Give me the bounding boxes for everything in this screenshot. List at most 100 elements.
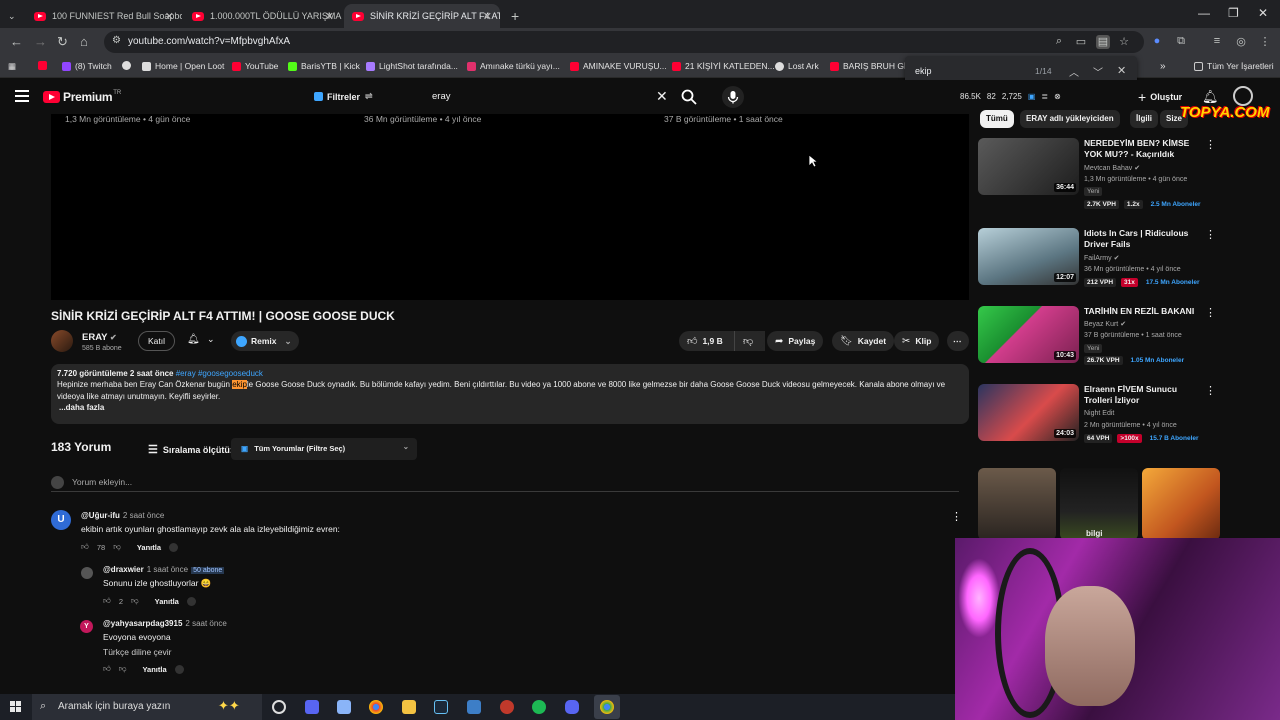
filters-button[interactable]: Filtreler ⇌ bbox=[314, 91, 373, 102]
download-app-icon[interactable] bbox=[467, 700, 481, 714]
apps-grid-icon[interactable]: ▦ bbox=[8, 61, 16, 72]
profile-icon[interactable]: ◎ bbox=[1234, 35, 1248, 49]
thumbs-up-icon[interactable]: 👍︎ bbox=[103, 664, 111, 674]
channel-avatar[interactable] bbox=[51, 330, 73, 352]
extension-icon[interactable]: ● bbox=[1150, 35, 1164, 49]
chip-related[interactable]: İlgili bbox=[1130, 110, 1158, 128]
browser-tab-1[interactable]: 100 FUNNIEST Red Bull Soapbo ✕ bbox=[26, 4, 182, 28]
share-button[interactable]: ➦ Paylaş bbox=[767, 331, 824, 351]
more-bookmarks-icon[interactable]: » bbox=[1160, 61, 1166, 72]
dislike-button[interactable]: 👎︎ bbox=[734, 331, 764, 351]
spotify-icon[interactable] bbox=[532, 700, 546, 714]
cast-icon[interactable]: ▭ bbox=[1074, 35, 1088, 49]
thumbs-down-icon[interactable]: 👎︎ bbox=[119, 664, 127, 674]
thumbs-up-icon[interactable]: 👍︎ bbox=[103, 596, 111, 606]
translate-link[interactable]: Türkçe diline çevir bbox=[103, 647, 172, 657]
sort-by-button[interactable]: ☰ Sıralama ölçütü: bbox=[148, 443, 233, 456]
bookmark-star-icon[interactable]: ☆ bbox=[1117, 35, 1131, 49]
new-tab-button[interactable]: + bbox=[503, 4, 523, 28]
bookmark-flag[interactable] bbox=[38, 61, 51, 70]
close-window-icon[interactable]: ✕ bbox=[1258, 6, 1268, 20]
video-thumbnail[interactable]: 12:07 bbox=[978, 228, 1079, 285]
minimize-icon[interactable]: — bbox=[1198, 6, 1210, 20]
chip-uploader[interactable]: ERAY adlı yükleyiciden bbox=[1020, 110, 1120, 128]
channel-name[interactable]: ERAY ✔ bbox=[82, 332, 117, 343]
bookmark-youtube-3[interactable]: 21 KİŞİYİ KATLEDEN... bbox=[672, 61, 775, 71]
recommended-video[interactable]: 24:03 Elraenn FİVEM Sunucu Trolleri İzli… bbox=[978, 384, 1218, 444]
notifications-bell-icon[interactable]: 🔔︎ bbox=[1202, 89, 1219, 105]
remix-button[interactable]: Remix ⌄ bbox=[231, 331, 299, 351]
video-title[interactable]: TARİHİN EN REZİL BAKANI bbox=[1084, 306, 1206, 317]
recommended-video[interactable]: 12:07 Idiots In Cars | Ridiculous Driver… bbox=[978, 228, 1218, 288]
reply-button[interactable]: Yanıtla bbox=[142, 665, 166, 674]
account-avatar[interactable] bbox=[1233, 86, 1253, 106]
thumbs-up-icon[interactable]: 👍︎ bbox=[81, 542, 89, 552]
thumbs-down-icon[interactable]: 👎︎ bbox=[131, 596, 139, 606]
video-description[interactable]: 7.720 görüntüleme 2 saat önce #eray #goo… bbox=[51, 364, 969, 424]
steam-icon[interactable] bbox=[434, 700, 448, 714]
channel-name[interactable]: FailArmy ✔ bbox=[1084, 254, 1119, 262]
chrome-icon[interactable] bbox=[369, 700, 383, 714]
video-thumbnail[interactable]: 36:44 bbox=[978, 138, 1079, 195]
app-icon[interactable] bbox=[500, 700, 514, 714]
search-input[interactable]: eray bbox=[432, 91, 450, 102]
channel-name[interactable]: Beyaz Kurt ✔ bbox=[1084, 320, 1126, 328]
bookmark-youtube-2[interactable]: AMINAKE VURUŞU... bbox=[570, 61, 667, 71]
short-thumbnail[interactable] bbox=[1142, 468, 1220, 540]
extension-badge-icon[interactable]: ▣ bbox=[1028, 92, 1036, 101]
bookmark-twitch[interactable]: (8) Twitch bbox=[62, 61, 112, 71]
subscription-bell-button[interactable]: 🔔︎ ⌄ bbox=[183, 331, 221, 351]
video-thumbnail[interactable]: 10:43 bbox=[978, 306, 1079, 363]
comment-avatar[interactable]: U bbox=[51, 510, 71, 530]
bookmark-lost-ark[interactable]: Lost Ark bbox=[775, 61, 819, 71]
zoom-search-icon[interactable]: ⌕ bbox=[1052, 35, 1066, 49]
browser-menu-icon[interactable]: ⋮ bbox=[1258, 35, 1272, 49]
bookmark-youtube-4[interactable]: BARIŞ BRUH GİTA bbox=[830, 61, 917, 71]
thumbs-down-icon[interactable]: 👎︎ bbox=[113, 542, 121, 552]
bookmark-open-loot[interactable]: Home | Open Loot bbox=[142, 61, 224, 71]
video-menu-icon[interactable]: ⋮ bbox=[1205, 306, 1216, 319]
find-previous-icon[interactable]: ︿ bbox=[1069, 64, 1079, 79]
channel-name[interactable]: Mevtcan Bahav ✔ bbox=[1084, 164, 1140, 172]
reply-button[interactable]: Yanıtla bbox=[155, 597, 179, 606]
browser-tab-3-active[interactable]: SİNİR KRİZİ GEÇİRİP ALT F4 ATT ✕ bbox=[344, 4, 500, 28]
extensions-puzzle-icon[interactable]: ⧉ bbox=[1174, 35, 1188, 49]
close-tab-icon[interactable]: ✕ bbox=[165, 10, 174, 23]
search-box[interactable]: eray ✕ bbox=[424, 86, 676, 108]
recommended-video[interactable]: 36:44 NEREDEYİM BEN? KİMSE YOK MU?? - Ka… bbox=[978, 138, 1218, 209]
windows-start-icon[interactable] bbox=[10, 701, 21, 712]
chrome-icon[interactable] bbox=[600, 700, 614, 714]
video-menu-icon[interactable]: ⋮ bbox=[1205, 228, 1216, 241]
all-bookmarks-button[interactable]: Tüm Yer İşaretleri bbox=[1194, 61, 1274, 71]
browser-tab-2[interactable]: 1.000.000TL ÖDÜLLÜ YARIŞMA ✕ bbox=[184, 4, 342, 28]
forward-icon[interactable]: → bbox=[34, 34, 47, 49]
save-button[interactable]: 🔖︎ Kaydet bbox=[832, 331, 895, 351]
chip-all[interactable]: Tümü bbox=[980, 110, 1014, 128]
url-text[interactable]: youtube.com/watch?v=MfpbvghAfxA bbox=[128, 36, 290, 47]
video-player[interactable]: 1,3 Mn görüntüleme • 4 gün önce 36 Mn gö… bbox=[51, 114, 969, 300]
hamburger-menu-icon[interactable] bbox=[15, 90, 29, 105]
show-more-link[interactable]: ...daha fazla bbox=[57, 403, 963, 412]
comment-avatar[interactable] bbox=[81, 567, 93, 579]
video-title[interactable]: Idiots In Cars | Ridiculous Driver Fails bbox=[1084, 228, 1206, 250]
target-icon[interactable]: ⊗ bbox=[1054, 92, 1061, 101]
tab-search-icon[interactable]: ≡ bbox=[1210, 35, 1224, 49]
recommended-video[interactable]: 10:43 TARİHİN EN REZİL BAKANI Beyaz Kurt… bbox=[978, 306, 1218, 366]
clip-button[interactable]: ✂ Klip bbox=[894, 331, 940, 351]
find-close-icon[interactable]: ✕ bbox=[1117, 64, 1126, 77]
reload-icon[interactable]: ↻ bbox=[57, 34, 68, 50]
close-tab-icon[interactable]: ✕ bbox=[325, 10, 334, 23]
more-actions-button[interactable]: ⋯ bbox=[947, 331, 969, 351]
video-menu-icon[interactable]: ⋮ bbox=[1205, 138, 1216, 151]
home-icon[interactable]: ⌂ bbox=[80, 34, 88, 49]
search-button[interactable] bbox=[680, 88, 702, 106]
video-title[interactable]: Elraenn FİVEM Sunucu Trolleri İzliyor bbox=[1084, 384, 1206, 406]
file-explorer-icon[interactable] bbox=[402, 700, 416, 714]
bookmark-github[interactable] bbox=[122, 61, 135, 70]
youtube-premium-logo[interactable]: Premium TR bbox=[43, 90, 121, 104]
comment-menu-icon[interactable]: ⋮ bbox=[951, 510, 962, 523]
find-input[interactable]: ekip bbox=[915, 66, 932, 76]
clear-search-icon[interactable]: ✕ bbox=[656, 88, 668, 105]
voice-search-button[interactable] bbox=[722, 86, 744, 108]
comment-avatar[interactable]: Y bbox=[80, 620, 93, 633]
